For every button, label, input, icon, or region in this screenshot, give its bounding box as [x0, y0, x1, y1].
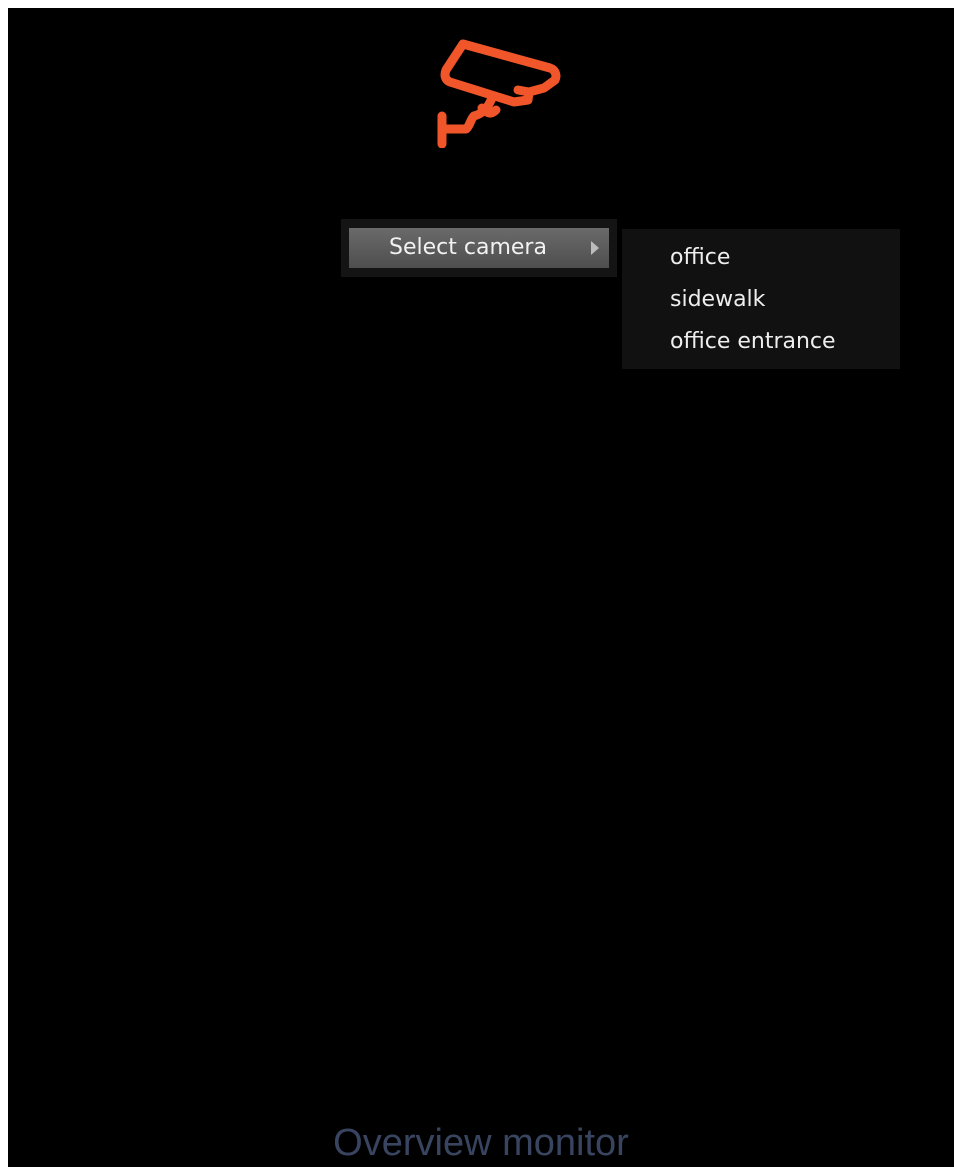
chevron-right-icon [591, 241, 599, 255]
monitor-title: Overview monitor [333, 1122, 629, 1164]
camera-submenu: office sidewalk office entrance [622, 229, 900, 369]
camera-option-office[interactable]: office [670, 237, 730, 279]
monitor-view: Select camera office sidewalk office ent… [8, 8, 954, 1167]
camera-option-sidewalk[interactable]: sidewalk [670, 279, 765, 321]
camera-option-office-entrance[interactable]: office entrance [670, 321, 836, 363]
camera-context-menu: Select camera [341, 219, 617, 277]
security-camera-icon [437, 39, 561, 148]
select-camera-label: Select camera [389, 235, 547, 260]
select-camera-menu-item[interactable]: Select camera [349, 228, 609, 268]
